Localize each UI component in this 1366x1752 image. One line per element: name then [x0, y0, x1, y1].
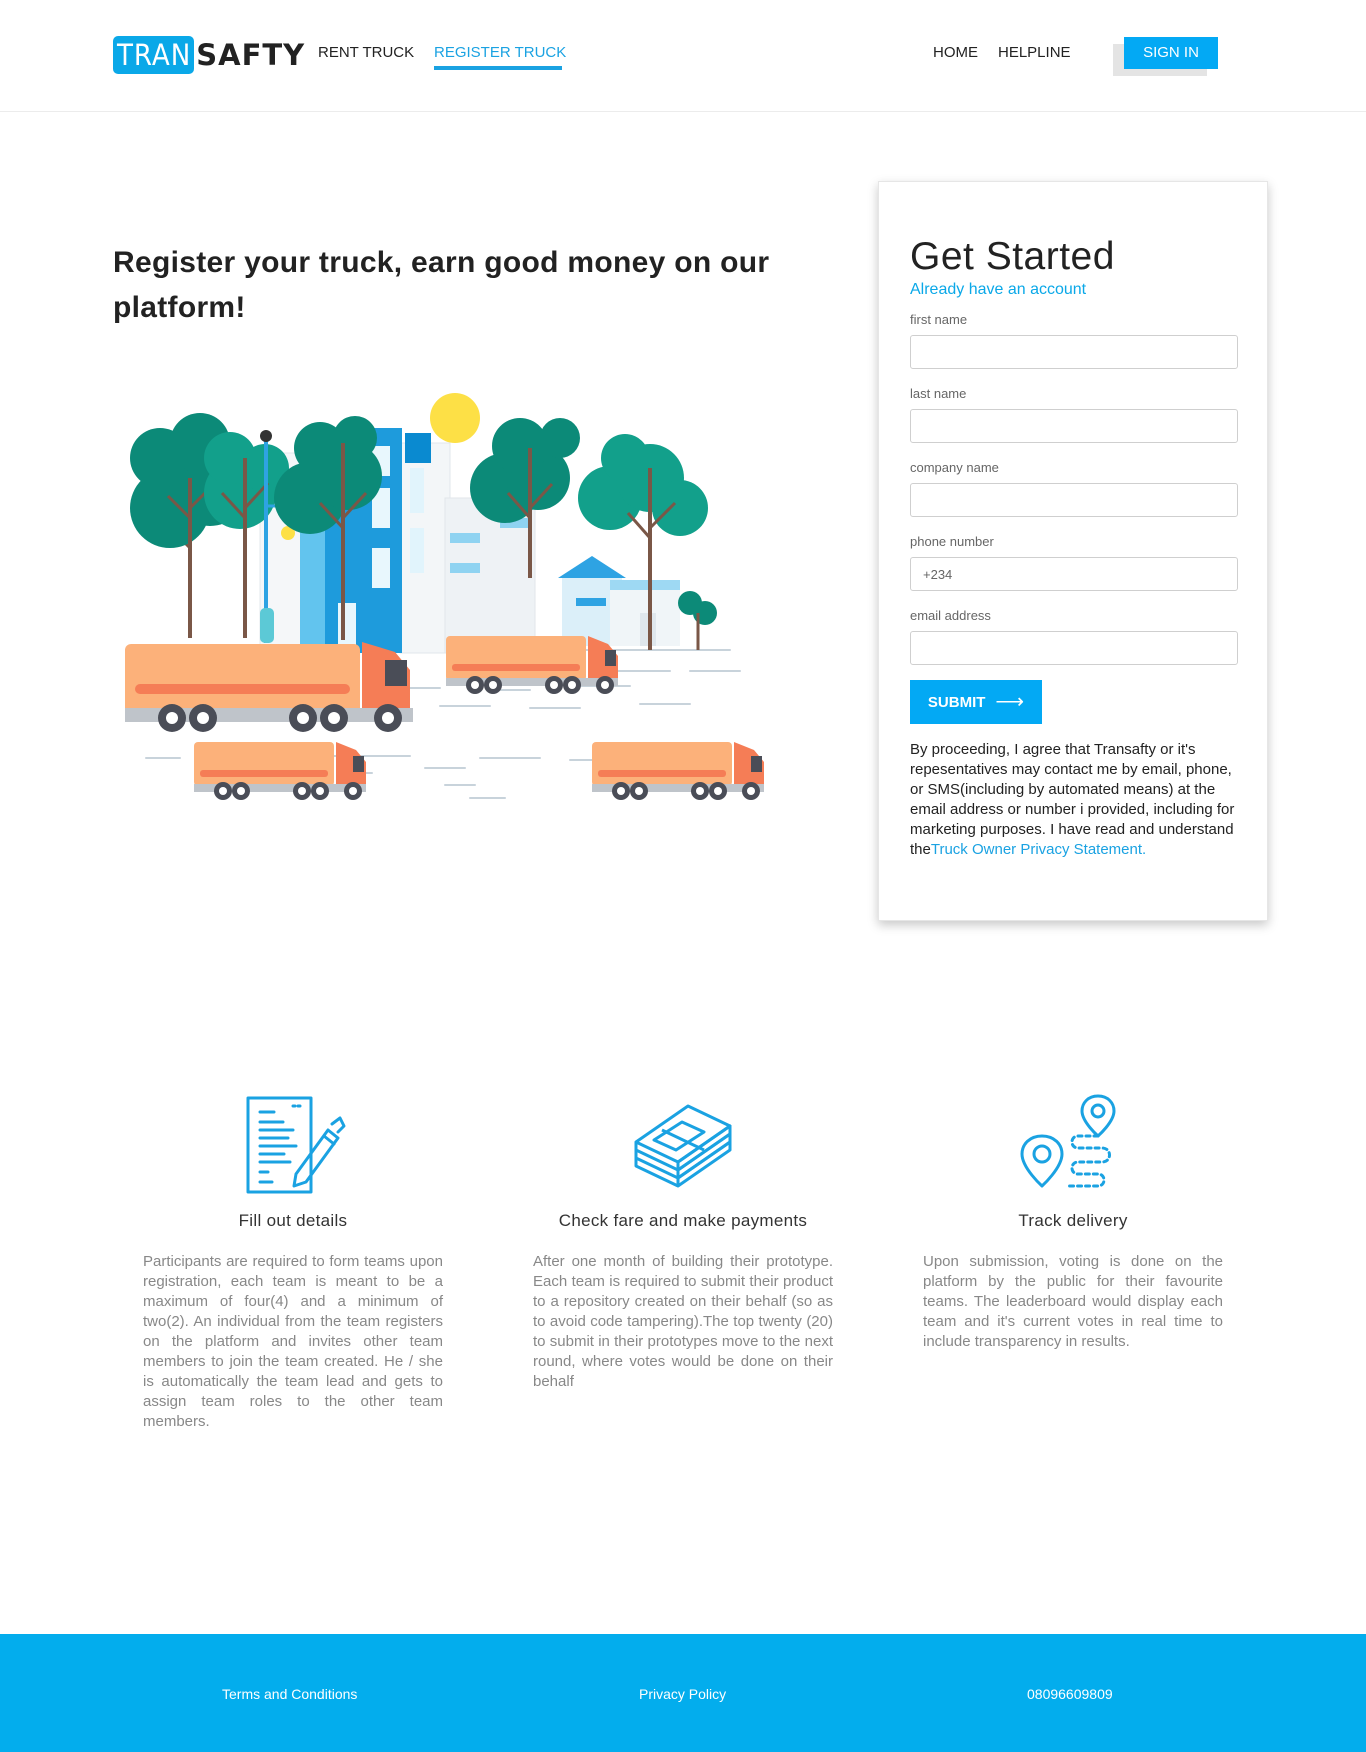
map-route-icon [1020, 1094, 1116, 1188]
nav-rent-truck[interactable]: RENT TRUCK [318, 44, 414, 62]
company-name-label: company name [910, 460, 999, 475]
terms-and-conditions-link[interactable]: Terms and Conditions [222, 1685, 357, 1703]
get-started-card: Get Started Already have an account firs… [878, 181, 1268, 921]
arrow-right-icon: ⟶ [995, 691, 1025, 713]
site-header: TRAN SAFTY RENT TRUCK REGISTER TRUCK HOM… [0, 0, 1366, 112]
email-address-input[interactable] [910, 631, 1238, 665]
feature-fill-details: Fill out details Participants are requir… [143, 1092, 443, 1432]
submit-button[interactable]: SUBMIT ⟶ [910, 680, 1042, 724]
sign-in-button[interactable]: SIGN IN [1124, 37, 1218, 69]
logo-tran-part: TRAN [113, 36, 195, 74]
consent-text: By proceeding, I agree that Transafty or… [910, 740, 1240, 860]
feature-title: Fill out details [238, 1211, 348, 1230]
nav-register-truck[interactable]: REGISTER TRUCK [434, 44, 566, 62]
nav-home[interactable]: HOME [933, 44, 978, 62]
logo-safty-part: SAFTY [196, 38, 306, 72]
city-trucks-illustration [125, 393, 764, 800]
feature-title: Check fare and make payments [558, 1211, 808, 1230]
active-nav-underline [434, 66, 562, 70]
phone-number-input[interactable] [910, 557, 1238, 591]
hero-title: Register your truck, earn good money on … [113, 246, 770, 324]
footer-phone-number[interactable]: 08096609809 [1027, 1685, 1113, 1703]
feature-track-delivery: Track delivery Upon submission, voting i… [923, 1092, 1223, 1352]
privacy-statement-link[interactable]: Truck Owner Privacy Statement. [931, 841, 1146, 858]
nav-helpline[interactable]: HELPLINE [998, 44, 1071, 62]
feature-title: Track delivery [1018, 1211, 1128, 1230]
last-name-label: last name [910, 386, 967, 401]
feature-description: Participants are required to form teams … [143, 1253, 443, 1430]
money-stack-icon [634, 1104, 732, 1188]
already-have-account-link[interactable]: Already have an account [910, 280, 1086, 300]
first-name-label: first name [910, 312, 968, 327]
company-name-input[interactable] [910, 483, 1238, 517]
feature-description: Upon submission, voting is done on the p… [923, 1253, 1223, 1350]
submit-label: SUBMIT [927, 693, 986, 711]
privacy-policy-link[interactable]: Privacy Policy [639, 1685, 726, 1703]
email-address-label: email address [910, 608, 991, 623]
last-name-input[interactable] [910, 409, 1238, 443]
feature-description: After one month of building their protot… [533, 1253, 833, 1390]
first-name-input[interactable] [910, 335, 1238, 369]
site-footer: Terms and Conditions Privacy Policy 0809… [0, 1634, 1366, 1752]
document-pen-icon [246, 1096, 346, 1194]
form-title: Get Started [910, 235, 1115, 278]
transafty-logo[interactable]: TRAN SAFTY [113, 36, 305, 74]
phone-number-label: phone number [910, 534, 994, 549]
feature-check-fare: Check fare and make payments After one m… [533, 1092, 833, 1392]
